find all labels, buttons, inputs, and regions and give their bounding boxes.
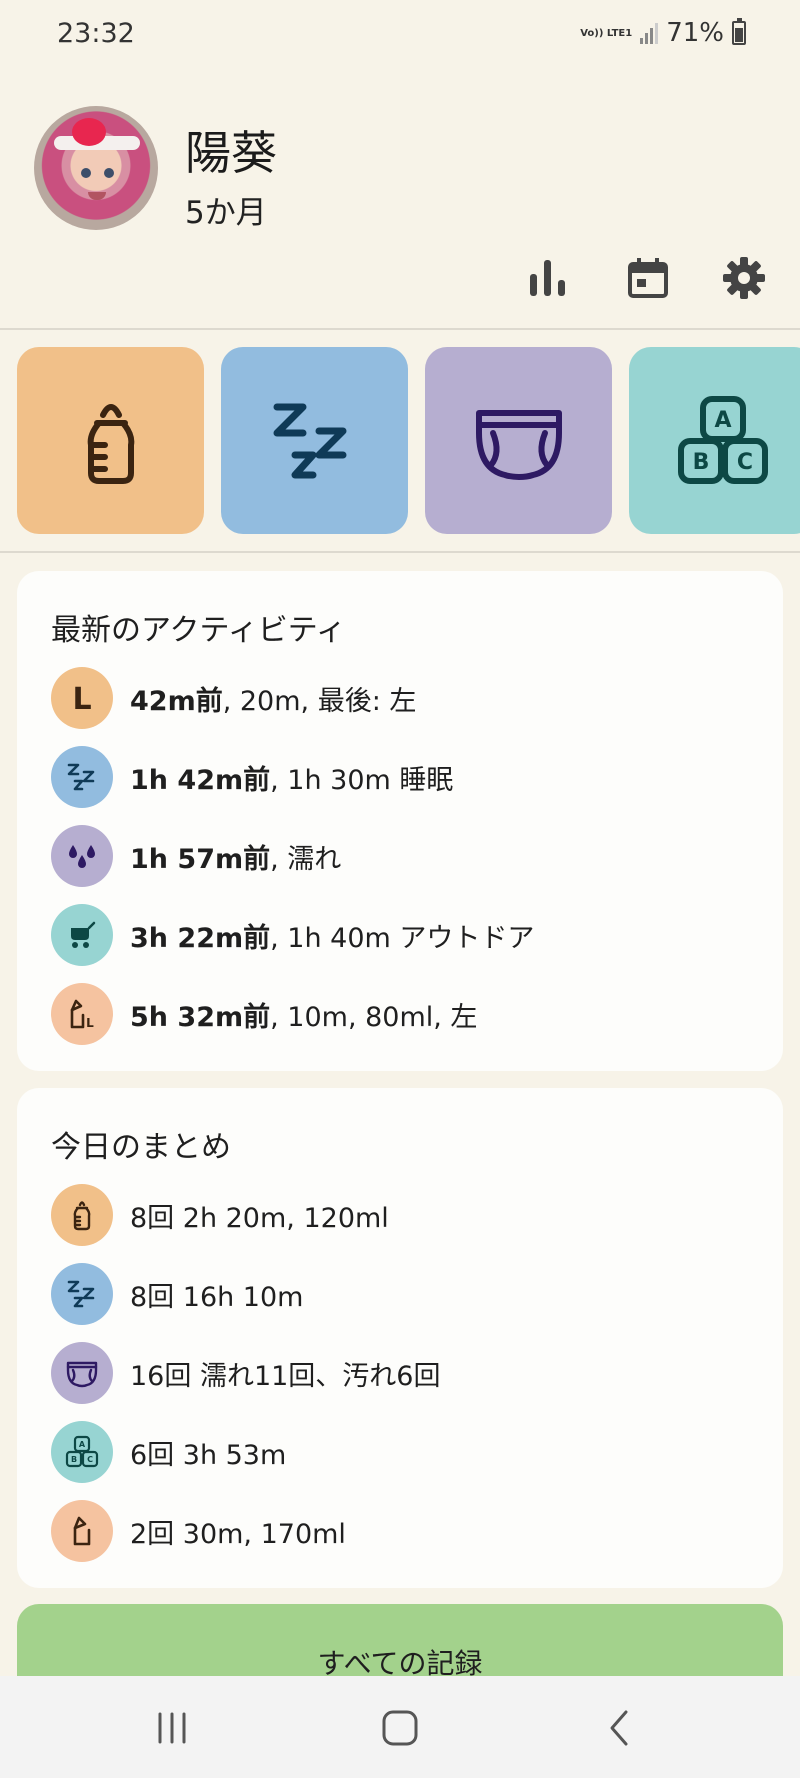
svg-text:B: B: [692, 450, 709, 475]
today-summary-title: 今日のまとめ: [51, 1130, 231, 1165]
play-tile[interactable]: AB C: [629, 347, 800, 534]
status-indicators: Vo)) LTE1 71%: [580, 18, 746, 48]
status-bar: 23:32 Vo)) LTE1 71%: [0, 0, 800, 70]
activity-detail: , 10m, 80ml, 左: [270, 1001, 478, 1033]
summary-row: AB C 6回 3h 53m: [51, 1421, 286, 1483]
baby-name: 陽葵: [185, 126, 277, 180]
header-divider: [0, 328, 800, 330]
volte-indicator: Vo)) LTE1: [580, 27, 633, 39]
bottle-icon: [87, 403, 134, 484]
system-nav-bar: [0, 1676, 800, 1778]
recent-activity-card[interactable]: 最新のアクティビティ L 42m前, 20m, 最後: 左 1h 42m前, 1…: [17, 571, 783, 1071]
activity-detail: , 濡れ: [270, 843, 342, 875]
wet-drops-icon: [51, 825, 113, 887]
summary-text: 6回 3h 53m: [130, 1439, 287, 1471]
activity-detail: , 20m, 最後: 左: [222, 685, 417, 717]
stats-icon[interactable]: [526, 256, 570, 300]
status-time: 23:32: [57, 18, 135, 49]
signal-icon: [640, 22, 659, 44]
summary-row: 16回 濡れ11回、汚れ6回: [51, 1342, 440, 1404]
summary-text: 8回 16h 10m: [130, 1281, 304, 1313]
battery-icon: [732, 18, 746, 45]
stroller-icon: [51, 904, 113, 966]
baby-avatar[interactable]: [34, 106, 158, 230]
activity-detail: , 1h 30m 睡眠: [270, 764, 454, 796]
sleep-icon: [273, 403, 346, 478]
activity-time: 5h 32m前: [130, 1001, 271, 1033]
svg-text:B: B: [71, 1455, 77, 1464]
activity-time: 3h 22m前: [130, 922, 271, 954]
summary-text: 2回 30m, 170ml: [130, 1518, 346, 1550]
svg-text:C: C: [736, 450, 752, 475]
summary-row: 2回 30m, 170ml: [51, 1500, 346, 1562]
recents-icon[interactable]: [150, 1706, 194, 1750]
summary-text: 16回 濡れ11回、汚れ6回: [130, 1360, 441, 1392]
abc-blocks-icon: AB C: [677, 395, 768, 484]
quick-add-tiles: AB C: [17, 347, 800, 534]
pump-left-icon: L: [51, 983, 113, 1045]
sleep-tile[interactable]: [221, 347, 408, 534]
today-summary-card[interactable]: 今日のまとめ 8回 2h 20m, 120ml 8回 16h 10m 16回 濡…: [17, 1088, 783, 1588]
activity-row: 3h 22m前, 1h 40m アウトドア: [51, 904, 534, 966]
battery-percent: 71%: [666, 18, 724, 48]
calendar-icon[interactable]: [626, 256, 670, 300]
pump-icon: [51, 1500, 113, 1562]
svg-text:L: L: [86, 1016, 94, 1030]
activity-detail: , 1h 40m アウトドア: [270, 922, 535, 954]
svg-text:A: A: [714, 408, 731, 433]
svg-text:C: C: [87, 1455, 93, 1464]
settings-icon[interactable]: [722, 256, 766, 300]
activity-time: 42m前: [130, 685, 223, 717]
home-icon[interactable]: [378, 1706, 422, 1750]
activity-row: L 42m前, 20m, 最後: 左: [51, 667, 416, 729]
back-icon[interactable]: [598, 1706, 642, 1750]
sleep-icon: [51, 746, 113, 808]
activity-time: 1h 42m前: [130, 764, 271, 796]
recent-activity-title: 最新のアクティビティ: [51, 613, 346, 648]
diaper-icon: [475, 409, 562, 480]
bottle-icon: [51, 1184, 113, 1246]
app-screen: 23:32 Vo)) LTE1 71% 陽葵 5か月 A B C 最新のアクティ…: [0, 0, 800, 1778]
summary-row: 8回 16h 10m: [51, 1263, 303, 1325]
sleep-icon: [51, 1263, 113, 1325]
summary-text: 8回 2h 20m, 120ml: [130, 1202, 389, 1234]
abc-blocks-icon: AB C: [51, 1421, 113, 1483]
feeding-tile[interactable]: [17, 347, 204, 534]
summary-row: 8回 2h 20m, 120ml: [51, 1184, 389, 1246]
activity-time: 1h 57m前: [130, 843, 271, 875]
svg-text:L: L: [72, 682, 91, 715]
svg-text:A: A: [79, 1440, 86, 1449]
breast-left-icon: L: [51, 667, 113, 729]
activity-row: 1h 57m前, 濡れ: [51, 825, 341, 887]
baby-age: 5か月: [185, 195, 267, 231]
diaper-icon: [51, 1342, 113, 1404]
tiles-divider: [0, 551, 800, 553]
diaper-tile[interactable]: [425, 347, 612, 534]
activity-row: L 5h 32m前, 10m, 80ml, 左: [51, 983, 477, 1045]
activity-row: 1h 42m前, 1h 30m 睡眠: [51, 746, 453, 808]
